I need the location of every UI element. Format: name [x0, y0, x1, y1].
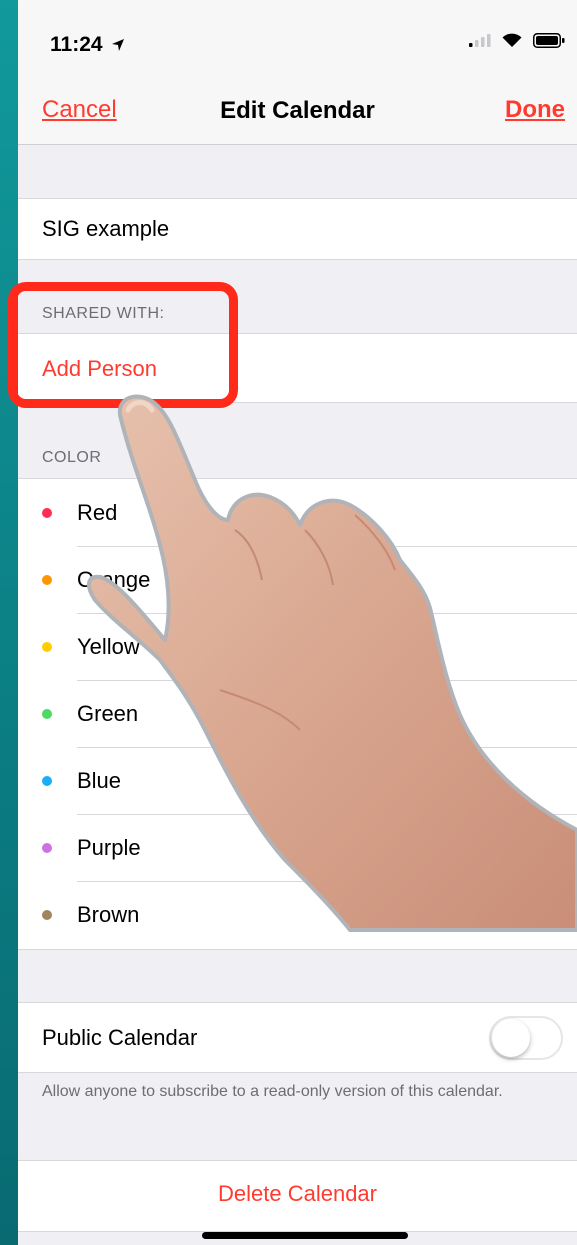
color-option-blue[interactable]: Blue [18, 747, 577, 814]
delete-calendar-label: Delete Calendar [218, 1181, 377, 1206]
wifi-icon [502, 33, 522, 47]
color-dot [42, 843, 52, 853]
delete-calendar-button[interactable]: Delete Calendar [18, 1160, 577, 1232]
public-calendar-row: Public Calendar [18, 1002, 577, 1073]
checkmark-icon: ✓ [542, 833, 563, 860]
color-label: Orange [77, 567, 151, 592]
color-dot [42, 642, 52, 652]
color-header: COLOR [42, 449, 102, 466]
color-dot [42, 910, 52, 920]
color-dot [42, 709, 52, 719]
done-button[interactable]: Done [505, 96, 565, 124]
color-option-yellow[interactable]: Yellow [18, 613, 577, 680]
color-dot [42, 776, 52, 786]
color-option-red[interactable]: Red [18, 479, 577, 546]
color-option-brown[interactable]: Brown [18, 881, 577, 948]
calendar-name-field[interactable]: SIG example [18, 198, 577, 260]
color-label: Green [77, 701, 139, 726]
battery-icon [533, 32, 565, 48]
color-label: Red [77, 500, 118, 525]
color-label: Purple [77, 835, 141, 860]
color-option-green[interactable]: Green [18, 680, 577, 747]
color-label: Yellow [77, 634, 140, 659]
public-calendar-note: Allow anyone to subscribe to a read-only… [42, 1083, 503, 1100]
navigation-bar: Cancel Edit Calendar Done [18, 80, 577, 145]
color-label: Brown [77, 902, 140, 927]
status-icons [469, 32, 565, 48]
public-calendar-toggle[interactable] [489, 1016, 563, 1060]
highlight-box [8, 282, 238, 408]
home-indicator [202, 1232, 408, 1239]
location-arrow-icon [112, 39, 125, 51]
color-option-purple[interactable]: Purple ✓ [18, 814, 577, 881]
color-dot [42, 508, 52, 518]
phone-screen: 11:24 Cancel Edit Calendar Done SIG exam… [18, 0, 577, 1245]
status-bar: 11:24 [18, 0, 577, 80]
color-dot [42, 575, 52, 585]
public-calendar-label: Public Calendar [42, 1025, 198, 1050]
color-option-orange[interactable]: Orange [18, 546, 577, 613]
toggle-knob [492, 1019, 530, 1057]
page-title: Edit Calendar [220, 97, 375, 124]
calendar-name-value: SIG example [42, 216, 170, 241]
color-label: Blue [77, 768, 122, 793]
color-list: Red Orange Yellow Green Blue Purple ✓ Br… [18, 478, 577, 950]
status-time: 11:24 [50, 33, 125, 57]
cellular-signal-icon [469, 34, 491, 47]
